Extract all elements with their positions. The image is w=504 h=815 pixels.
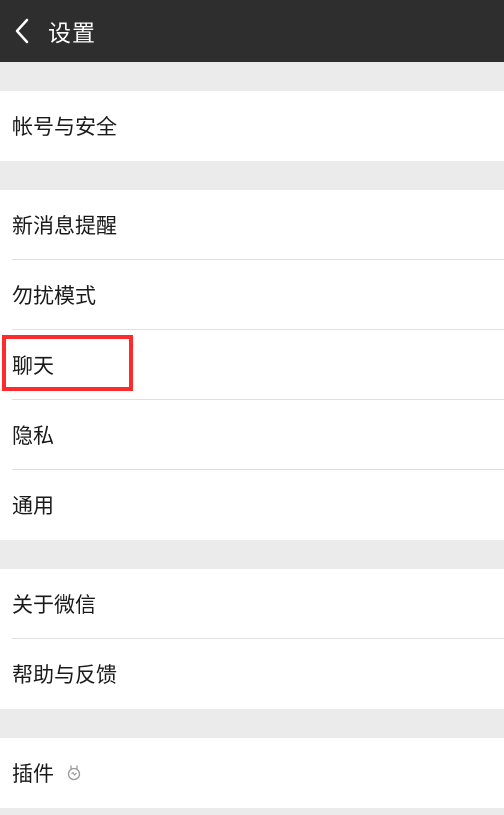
settings-item-account-security[interactable]: 帐号与安全 (0, 91, 504, 161)
section-gap (0, 709, 504, 738)
settings-item-label: 关于微信 (12, 593, 96, 617)
settings-group-about: 关于微信 帮助与反馈 (0, 569, 504, 709)
plugin-icon (66, 764, 82, 782)
settings-group-main: 新消息提醒 勿扰模式 聊天 隐私 通用 (0, 190, 504, 540)
page-title: 设置 (48, 21, 96, 47)
settings-item-general[interactable]: 通用 (0, 470, 504, 540)
settings-list: 帐号与安全 新消息提醒 勿扰模式 聊天 隐私 通用 关于微信 帮助与反馈 插件 (0, 62, 504, 808)
settings-item-label: 帮助与反馈 (12, 663, 117, 687)
title-bar: 设置 (0, 0, 504, 62)
section-gap (0, 540, 504, 569)
settings-item-help-feedback[interactable]: 帮助与反馈 (0, 639, 504, 709)
settings-item-label: 帐号与安全 (12, 115, 117, 139)
settings-group-account: 帐号与安全 (0, 91, 504, 161)
chevron-left-icon (15, 18, 29, 44)
settings-item-privacy[interactable]: 隐私 (0, 400, 504, 470)
back-button[interactable] (0, 0, 44, 62)
settings-item-label: 插件 (12, 762, 54, 786)
settings-group-plugins: 插件 (0, 738, 504, 808)
settings-item-label: 新消息提醒 (12, 214, 117, 238)
settings-item-label: 勿扰模式 (12, 284, 96, 308)
settings-item-do-not-disturb[interactable]: 勿扰模式 (0, 260, 504, 330)
settings-item-new-message-alerts[interactable]: 新消息提醒 (0, 190, 504, 260)
section-gap (0, 161, 504, 190)
section-gap (0, 62, 504, 91)
settings-item-chat[interactable]: 聊天 (0, 330, 504, 400)
settings-item-label: 隐私 (12, 424, 54, 448)
settings-item-label: 聊天 (12, 354, 54, 378)
settings-item-plugins[interactable]: 插件 (0, 738, 504, 808)
settings-item-label: 通用 (12, 494, 54, 518)
settings-item-about[interactable]: 关于微信 (0, 569, 504, 639)
